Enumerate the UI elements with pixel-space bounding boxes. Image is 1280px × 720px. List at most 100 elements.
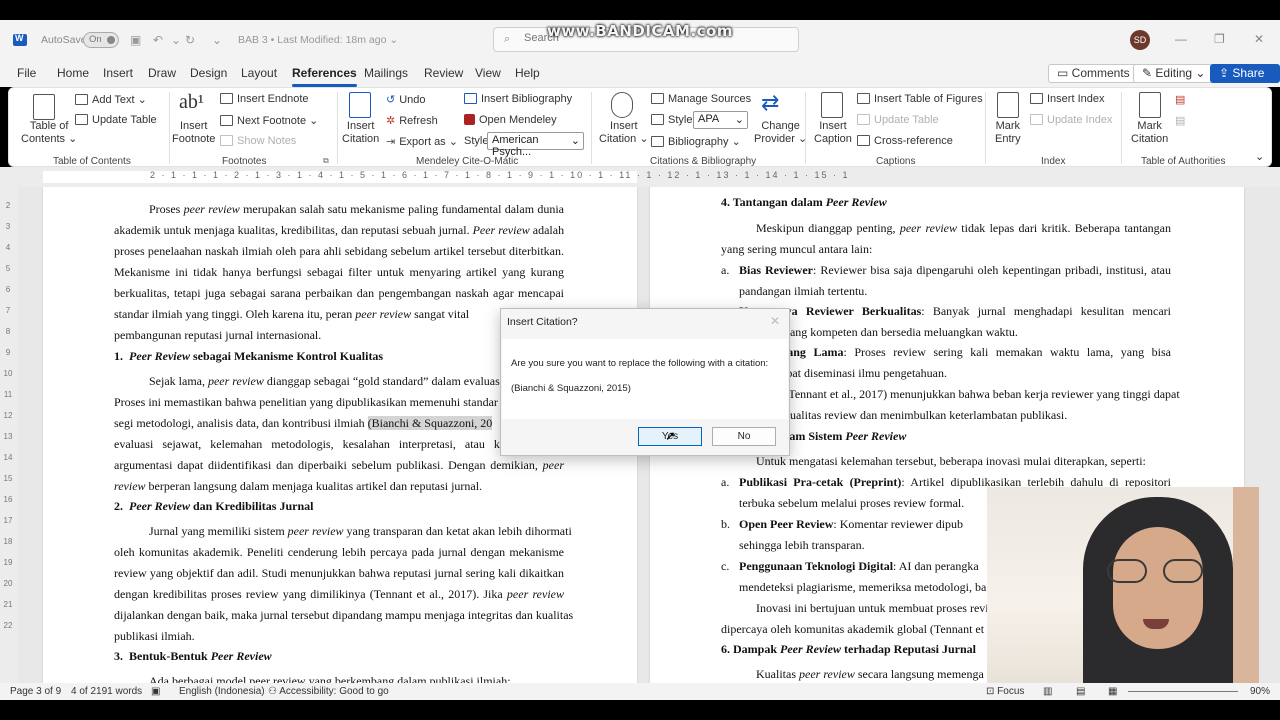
comments-button[interactable]: ▭ Comments bbox=[1048, 64, 1139, 83]
refresh-icon: ✲ bbox=[386, 115, 396, 127]
insert-caption-button[interactable]: Insert Caption bbox=[814, 120, 852, 146]
table-of-figures-icon bbox=[857, 93, 870, 104]
tab-home[interactable]: Home bbox=[57, 66, 89, 80]
collapse-ribbon-icon[interactable]: ⌄ bbox=[1255, 150, 1264, 163]
mendeley-undo-button[interactable]: ↺ Undo bbox=[386, 93, 426, 106]
list-item-cont: sehingga lebih transparan. bbox=[739, 538, 865, 552]
next-footnote-button[interactable]: Next Footnote ⌄ bbox=[220, 114, 318, 127]
mark-entry-icon bbox=[997, 92, 1019, 118]
autosave-toggle[interactable]: On bbox=[83, 32, 119, 48]
update-table-of-authorities-icon[interactable]: ▤ bbox=[1175, 114, 1185, 127]
no-button[interactable]: No bbox=[712, 427, 776, 446]
body-text-line: Untuk mengatasi kelemahan tersebut, bebe… bbox=[756, 454, 1146, 468]
mark-entry-button[interactable]: Mark Entry bbox=[995, 120, 1021, 146]
dialog-message: Are you sure you want to replace the fol… bbox=[511, 358, 769, 369]
tab-insert[interactable]: Insert bbox=[103, 66, 133, 80]
proofing-icon[interactable]: ▣ bbox=[151, 686, 160, 697]
body-text-line: Mekanisme ini tidak hanya berfungsi seba… bbox=[114, 265, 564, 279]
body-text-line: dijalankan dengan baik, maka jurnal ters… bbox=[114, 608, 574, 622]
restore-icon[interactable]: ❐ bbox=[1214, 32, 1225, 46]
change-provider-button[interactable]: Change Provider ⌄ bbox=[754, 120, 807, 146]
avatar[interactable]: SD bbox=[1130, 30, 1150, 50]
insert-table-of-figures-button[interactable]: Insert Table of Figures bbox=[857, 93, 983, 105]
tab-mailings[interactable]: Mailings bbox=[364, 66, 408, 80]
group-label-footnotes: Footnotes bbox=[222, 156, 267, 167]
list-item: Open Peer Review: Komentar reviewer dipu… bbox=[739, 517, 964, 531]
open-mendeley-button[interactable]: Open Mendeley bbox=[464, 114, 557, 126]
mendeley-style-value: American Psych... bbox=[492, 134, 539, 158]
body-text-line: proses penelaahan naskah ilmiah oleh par… bbox=[114, 244, 564, 258]
read-mode-icon[interactable]: ▥ bbox=[1043, 686, 1052, 697]
word-count[interactable]: 4 of 2191 words bbox=[71, 686, 142, 697]
accessibility-status[interactable]: ⚇ Accessibility: Good to go bbox=[268, 686, 389, 697]
customize-toolbar-icon[interactable]: ⌄ bbox=[212, 33, 222, 47]
insert-bibliography-icon bbox=[464, 93, 477, 104]
webcam-overlay bbox=[987, 487, 1259, 683]
tab-file[interactable]: File bbox=[17, 66, 36, 80]
mendeley-refresh-button[interactable]: ✲ Refresh bbox=[386, 114, 438, 127]
tab-help[interactable]: Help bbox=[515, 66, 540, 80]
update-index-button[interactable]: Update Index bbox=[1030, 114, 1112, 126]
mendeley-insert-citation-button[interactable]: Insert Citation bbox=[342, 120, 379, 146]
insert-citation-button[interactable]: Insert Citation ⌄ bbox=[599, 120, 649, 146]
update-table-button[interactable]: Update Table bbox=[75, 114, 157, 126]
list-item-cont: terbuka sebelum melalui proses review fo… bbox=[739, 496, 965, 510]
print-layout-icon[interactable]: ▤ bbox=[1076, 686, 1085, 697]
undo-dropdown-icon[interactable]: ⌄ bbox=[171, 33, 181, 47]
tab-view[interactable]: View bbox=[475, 66, 501, 80]
mendeley-export-button[interactable]: ⇥ Export as ⌄ bbox=[386, 135, 458, 148]
bibliography-button[interactable]: Bibliography ⌄ bbox=[651, 135, 741, 148]
save-icon[interactable]: ▣ bbox=[130, 33, 141, 47]
show-notes-button[interactable]: Show Notes bbox=[220, 135, 296, 147]
tab-layout[interactable]: Layout bbox=[241, 66, 277, 80]
group-label-captions: Captions bbox=[876, 156, 916, 167]
redo-icon[interactable]: ↻ bbox=[185, 33, 195, 47]
accessibility-icon: ⚇ bbox=[268, 686, 280, 697]
manage-sources-button[interactable]: Manage Sources bbox=[651, 93, 751, 105]
group-label-mendeley: Mendeley Cite-O-Matic bbox=[416, 156, 519, 167]
mendeley-style-select[interactable]: American Psych... ⌄ bbox=[487, 132, 584, 158]
editing-button[interactable]: ✎ Editing ⌄ bbox=[1133, 64, 1215, 83]
document-title[interactable]: BAB 3 • Last Modified: 18m ago ⌄ bbox=[238, 34, 398, 46]
zoom-level[interactable]: 90% bbox=[1250, 686, 1270, 697]
captions-update-table-button[interactable]: Update Table bbox=[857, 114, 939, 126]
insert-table-of-authorities-icon[interactable]: ▤ bbox=[1175, 93, 1185, 106]
body-text-line: Proses peer review merupakan salah satu … bbox=[149, 202, 564, 216]
tab-review[interactable]: Review bbox=[424, 66, 463, 80]
insert-bibliography-button[interactable]: Insert Bibliography bbox=[464, 93, 572, 105]
language[interactable]: English (Indonesia) bbox=[179, 686, 265, 697]
tab-design[interactable]: Design bbox=[190, 66, 227, 80]
search-box[interactable]: ⌕ bbox=[493, 27, 799, 52]
autosave-state: On bbox=[89, 34, 102, 45]
dialog-body: Are you sure you want to replace the fol… bbox=[502, 339, 788, 419]
close-icon[interactable]: ✕ bbox=[1254, 32, 1264, 46]
undo-icon[interactable]: ↶ bbox=[153, 33, 163, 47]
insert-endnote-button[interactable]: Insert Endnote bbox=[220, 93, 309, 105]
list-label: b. bbox=[721, 517, 730, 531]
table-of-contents-icon bbox=[33, 94, 55, 120]
dialog-close-icon[interactable]: ✕ bbox=[770, 314, 780, 328]
minimize-icon[interactable]: — bbox=[1175, 32, 1187, 46]
page-count[interactable]: Page 3 of 9 bbox=[10, 686, 61, 697]
tab-draw[interactable]: Draw bbox=[148, 66, 176, 80]
cross-reference-label: Cross-reference bbox=[874, 135, 953, 147]
open-mendeley-label: Open Mendeley bbox=[479, 114, 557, 126]
change-provider-icon: ⇄ bbox=[761, 90, 780, 115]
add-text-button[interactable]: Add Text ⌄ bbox=[75, 93, 147, 106]
zoom-slider[interactable] bbox=[1128, 691, 1238, 692]
body-text-line: Kualitas peer review secara langsung mem… bbox=[756, 667, 984, 681]
body-text-line: segi metodologi, analisis data, dan kont… bbox=[114, 416, 493, 430]
share-button[interactable]: ⇪ Share ⌄ bbox=[1210, 64, 1280, 94]
footnotes-dialog-launcher-icon[interactable]: ⧉ bbox=[323, 156, 329, 166]
insert-index-button[interactable]: Insert Index bbox=[1030, 93, 1104, 105]
web-layout-icon[interactable]: ▦ bbox=[1108, 686, 1117, 697]
citation-style-select[interactable]: APA ⌄ bbox=[693, 111, 748, 129]
insert-footnote-button[interactable]: Insert Footnote bbox=[172, 120, 215, 146]
mark-citation-button[interactable]: Mark Citation bbox=[1131, 120, 1168, 146]
tab-references[interactable]: References bbox=[292, 66, 357, 87]
cross-reference-button[interactable]: Cross-reference bbox=[857, 135, 953, 147]
citation-style-label: Style: bbox=[651, 114, 696, 126]
table-of-contents-button[interactable]: Table of Contents ⌄ bbox=[21, 120, 77, 146]
focus-mode[interactable]: ⊡ Focus bbox=[986, 686, 1024, 697]
search-input[interactable] bbox=[524, 32, 784, 44]
